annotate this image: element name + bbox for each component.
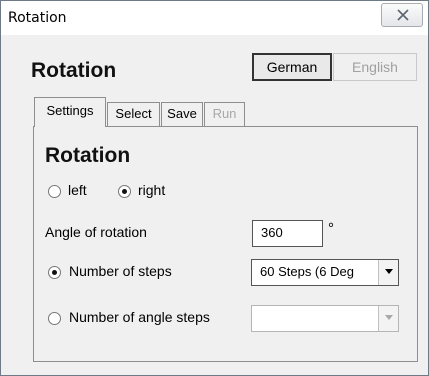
angle-label: Angle of rotation <box>45 224 147 240</box>
steps-dropdown-toggle[interactable] <box>378 260 398 285</box>
settings-heading: Rotation <box>45 144 131 167</box>
radio-left-label: left <box>68 182 87 198</box>
german-button[interactable]: German <box>252 53 332 81</box>
title-bar: Rotation <box>1 1 428 35</box>
close-icon <box>397 9 409 21</box>
chevron-down-icon <box>385 269 393 274</box>
close-button[interactable] <box>381 3 423 27</box>
tab-select[interactable]: Select <box>107 102 160 126</box>
chevron-down-icon <box>385 315 393 320</box>
radio-number-of-angle-steps[interactable] <box>48 312 61 325</box>
angle-steps-dropdown-toggle[interactable] <box>378 306 398 331</box>
radio-left[interactable] <box>48 185 61 198</box>
app-title: Rotation <box>31 59 117 82</box>
radio-number-of-steps[interactable] <box>48 266 61 279</box>
radio-right[interactable] <box>118 185 131 198</box>
angle-steps-label: Number of angle steps <box>69 309 210 325</box>
steps-label: Number of steps <box>69 263 172 279</box>
angle-steps-dropdown[interactable] <box>251 305 399 332</box>
english-button[interactable]: English <box>333 53 417 81</box>
angle-input[interactable]: 360 <box>252 220 323 247</box>
window-title: Rotation <box>8 10 67 26</box>
steps-value: 60 Steps (6 Deg <box>260 264 354 279</box>
steps-dropdown[interactable]: 60 Steps (6 Deg <box>251 259 399 286</box>
tab-run[interactable]: Run <box>204 102 245 126</box>
radio-right-label: right <box>138 182 166 198</box>
dialog-window: Rotation Rotation German English Setting… <box>0 0 429 376</box>
tab-save[interactable]: Save <box>161 102 203 126</box>
tab-settings[interactable]: Settings <box>34 97 106 127</box>
degree-unit: ° <box>328 220 334 237</box>
